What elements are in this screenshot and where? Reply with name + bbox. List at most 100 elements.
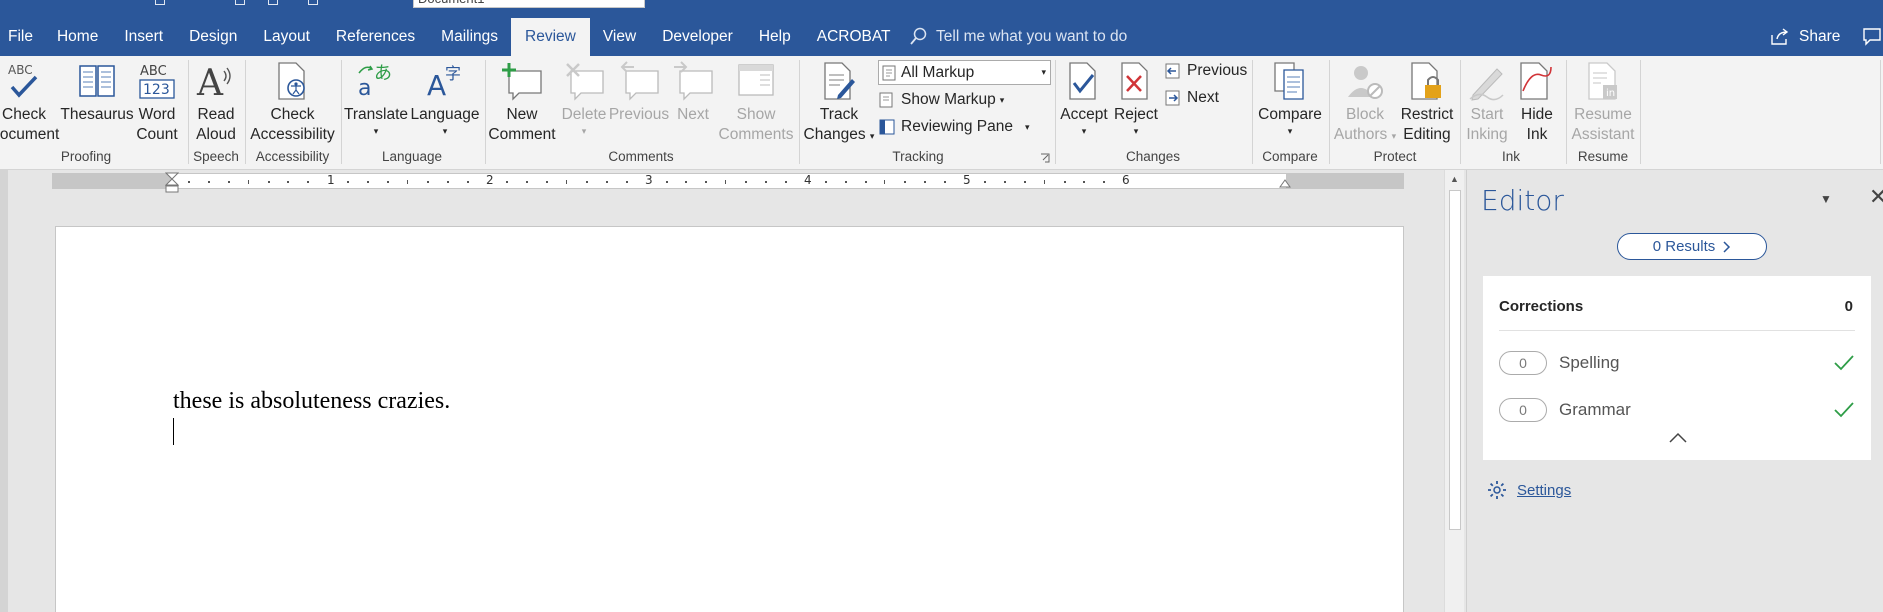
group-separator: [1566, 60, 1567, 164]
scroll-up-icon[interactable]: ▲: [1450, 174, 1459, 184]
group-language-label: Language: [381, 149, 443, 164]
previous-comment-button[interactable]: Previous: [609, 56, 669, 125]
show-markup-button[interactable]: Show Markup ▾: [878, 91, 1004, 109]
display-for-review-dropdown[interactable]: All Markup ▾: [878, 60, 1051, 85]
ruler-tick: [1063, 181, 1066, 183]
accept-button[interactable]: Accept ▾: [1058, 56, 1110, 137]
pane-options-icon[interactable]: ▼: [1820, 192, 1832, 206]
grammar-row[interactable]: 0 Grammar: [1499, 396, 1855, 424]
compare-button[interactable]: Compare ▾: [1256, 56, 1324, 137]
indent-marker-icon[interactable]: [165, 172, 179, 196]
tab-design[interactable]: Design: [176, 18, 250, 56]
spelling-label: Spelling: [1559, 353, 1620, 372]
document-name-field[interactable]: Document1: [413, 0, 645, 8]
document-text[interactable]: these is absoluteness crazies.: [173, 388, 450, 415]
compare-icon: [1274, 62, 1304, 100]
track-changes-icon: [824, 62, 855, 100]
results-button[interactable]: 0 Results: [1617, 233, 1767, 260]
tab-developer[interactable]: Developer: [649, 18, 746, 56]
document-page[interactable]: [55, 226, 1404, 612]
qat-icon[interactable]: [235, 0, 245, 5]
qat-icon[interactable]: [268, 0, 278, 5]
ruler-tick: [784, 181, 787, 183]
new-comment-button[interactable]: New Comment: [488, 56, 556, 145]
tab-layout[interactable]: Layout: [250, 18, 323, 56]
track-changes-button[interactable]: Track Changes ▾: [803, 56, 875, 145]
tab-acrobat[interactable]: ACROBAT: [804, 18, 904, 56]
comments-icon[interactable]: [1862, 26, 1882, 46]
tab-view[interactable]: View: [590, 18, 649, 56]
group-separator: [1460, 60, 1461, 164]
ruler-number: 5: [963, 173, 971, 187]
language-icon: A字: [427, 64, 461, 101]
markup-icon: [882, 65, 896, 80]
results-label: 0 Results: [1652, 238, 1716, 255]
group-separator: [799, 60, 800, 164]
next-change-button[interactable]: Next: [1164, 89, 1219, 107]
svg-text:あ: あ: [374, 63, 392, 84]
ruler-number: 1: [327, 173, 335, 187]
ruler-tick: [207, 181, 210, 183]
svg-text:A: A: [196, 63, 224, 101]
group-separator: [1252, 60, 1253, 164]
svg-text:in: in: [1606, 88, 1615, 99]
tab-file[interactable]: File: [0, 18, 43, 56]
ruler-tick: [426, 181, 429, 183]
check-accessibility-button[interactable]: Check Accessibility: [250, 56, 335, 145]
start-inking-button[interactable]: Start Inking: [1462, 56, 1512, 145]
tell-me-search[interactable]: Tell me what you want to do: [910, 18, 1127, 56]
resume-assistant-button[interactable]: in Resume Assistant: [1568, 56, 1638, 145]
svg-text:ABC: ABC: [140, 64, 167, 79]
thesaurus-button[interactable]: Thesaurus: [60, 56, 134, 125]
next-comment-icon: [674, 61, 713, 101]
tab-home[interactable]: Home: [43, 18, 111, 56]
tab-mailings[interactable]: Mailings: [428, 18, 511, 56]
ruler-left-margin: [52, 174, 172, 188]
ruler-tick: [307, 181, 310, 183]
svg-text:ABC: ABC: [8, 63, 33, 77]
block-authors-button[interactable]: Block Authors ▾: [1334, 56, 1396, 145]
dialog-launcher-icon[interactable]: [1040, 153, 1050, 163]
chevron-down-icon: ▾: [1041, 67, 1046, 77]
qat-icon[interactable]: [308, 0, 318, 5]
chevron-up-icon[interactable]: [1668, 432, 1688, 444]
group-separator: [341, 60, 342, 164]
previous-change-icon: [1165, 63, 1180, 79]
thesaurus-book-icon: [79, 65, 115, 97]
read-aloud-button[interactable]: A Read Aloud: [192, 56, 240, 145]
horizontal-ruler[interactable]: 1 2 3 4 5 6: [52, 172, 1404, 193]
grammar-count-badge: 0: [1499, 398, 1547, 422]
close-icon[interactable]: ✕: [1869, 184, 1883, 210]
qat-icon[interactable]: [155, 0, 165, 5]
right-indent-marker-icon[interactable]: [1279, 178, 1291, 188]
translate-button[interactable]: aあ Translate ▾: [344, 56, 408, 137]
share-button[interactable]: Share: [1770, 18, 1840, 56]
show-comments-button[interactable]: Show Comments: [718, 56, 794, 145]
tab-insert[interactable]: Insert: [111, 18, 176, 56]
check-document-button[interactable]: ABC CheckDocument: [0, 56, 59, 145]
grammar-label: Grammar: [1559, 400, 1631, 419]
tab-help[interactable]: Help: [746, 18, 804, 56]
ruler-tick: [506, 181, 509, 183]
previous-change-button[interactable]: Previous: [1164, 62, 1247, 80]
vertical-scrollbar[interactable]: ▲: [1444, 170, 1464, 612]
reject-button[interactable]: Reject ▾: [1110, 56, 1162, 137]
reviewing-pane-icon: [879, 119, 895, 135]
ruler-tick: [386, 181, 389, 183]
ruler-tick: [904, 181, 907, 183]
spelling-row[interactable]: 0 Spelling: [1499, 349, 1855, 377]
tab-review[interactable]: Review: [511, 18, 590, 56]
delete-comment-button[interactable]: Delete ▾: [558, 56, 610, 137]
ruler-tick: [924, 181, 927, 183]
restrict-editing-button[interactable]: Restrict Editing: [1398, 56, 1456, 145]
ruler-tick: [625, 181, 628, 183]
language-button[interactable]: A字 Language ▾: [410, 56, 480, 137]
group-separator: [485, 60, 486, 164]
reviewing-pane-button[interactable]: Reviewing Pane ▾: [878, 118, 1030, 136]
settings-link[interactable]: Settings: [1487, 480, 1571, 500]
word-count-button[interactable]: ABC 123 Word Count: [134, 56, 180, 145]
next-comment-button[interactable]: Next: [670, 56, 716, 125]
scrollbar-thumb[interactable]: [1449, 190, 1461, 530]
tab-references[interactable]: References: [323, 18, 428, 56]
hide-ink-button[interactable]: Hide Ink: [1514, 56, 1560, 145]
